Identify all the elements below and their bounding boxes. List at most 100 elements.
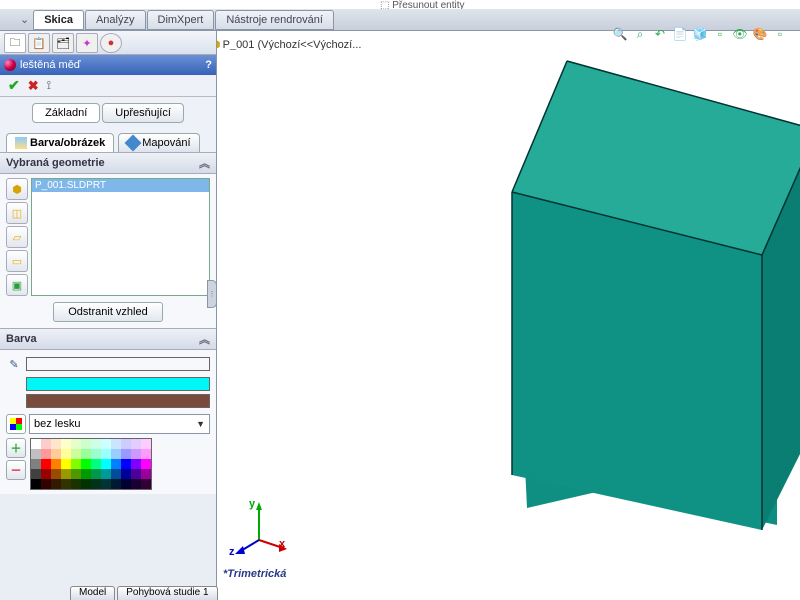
palette-swatch[interactable] [31,459,41,469]
palette-swatch[interactable] [131,449,141,459]
display-manager-tab-icon[interactable]: ● [100,33,122,53]
palette-swatch[interactable] [101,479,111,489]
palette-swatch[interactable] [61,469,71,479]
palette-swatch[interactable] [101,449,111,459]
palette-swatch[interactable] [51,479,61,489]
feature-manager-tab-icon[interactable]: 🗀 [4,33,26,53]
palette-swatch[interactable] [91,449,101,459]
palette-swatch[interactable] [51,469,61,479]
pin-button[interactable]: ⟟ [47,78,51,93]
tab-advanced[interactable]: Upřesňující [102,103,184,123]
palette-swatch[interactable] [111,479,121,489]
filter-part-button[interactable]: ⬢ [6,178,28,200]
tab-dimxpert[interactable]: DimXpert [147,10,215,30]
primary-color-swatch[interactable] [26,377,210,391]
appearance-icon[interactable]: 🎨 [752,26,768,42]
tree-part-name[interactable]: P_001 (Výchozí<<Výchozí... [223,39,362,51]
filter-surface-button[interactable]: ▱ [6,226,28,248]
palette-swatch[interactable] [131,479,141,489]
remove-swatch-button[interactable]: － [6,460,26,480]
palette-swatch[interactable] [141,439,151,449]
tab-basic[interactable]: Základní [32,103,100,123]
palette-swatch[interactable] [111,459,121,469]
tab-mapping[interactable]: Mapování [118,133,199,152]
property-manager-tab-icon[interactable]: 📋 [28,33,50,53]
palette-swatch[interactable] [131,469,141,479]
tab-analyzy[interactable]: Analýzy [85,10,146,30]
palette-swatch[interactable] [61,459,71,469]
palette-swatch[interactable] [41,449,51,459]
dimxpert-manager-tab-icon[interactable]: ✦ [76,33,98,53]
tab-skica[interactable]: Skica [33,10,84,30]
ok-button[interactable]: ✔ [8,77,20,94]
palette-swatch[interactable] [141,469,151,479]
prev-view-icon[interactable]: ↶ [652,26,668,42]
palette-swatch[interactable] [81,479,91,489]
palette-swatch[interactable] [71,459,81,469]
palette-swatch[interactable] [121,479,131,489]
palette-swatch[interactable] [41,459,51,469]
filter-feature-button[interactable]: ▣ [6,274,28,296]
palette-swatch[interactable] [81,459,91,469]
chevron-down-icon[interactable]: ⌄ [20,13,29,26]
palette-swatch[interactable] [141,449,151,459]
section-color[interactable]: Barva ︽ [0,328,216,350]
palette-swatch[interactable] [31,449,41,459]
palette-swatch[interactable] [111,469,121,479]
palette-swatch[interactable] [41,479,51,489]
help-icon[interactable]: ? [205,59,212,71]
palette-swatch[interactable] [61,439,71,449]
section-view-icon[interactable]: 📄 [672,26,688,42]
remove-appearance-button[interactable]: Odstranit vzhled [53,302,162,322]
palette-swatch[interactable] [61,479,71,489]
palette-swatch[interactable] [31,469,41,479]
palette-swatch[interactable] [81,439,91,449]
palette-swatch[interactable] [91,479,101,489]
tab-model[interactable]: Model [70,586,115,600]
zoom-area-icon[interactable]: ⌕ [632,26,648,42]
tab-render-tools[interactable]: Nástroje rendrování [215,10,334,30]
config-manager-tab-icon[interactable]: 🗂 [52,33,74,53]
add-swatch-button[interactable]: ＋ [6,438,26,458]
palette-swatch[interactable] [121,449,131,459]
cancel-button[interactable]: ✖ [28,78,39,94]
geometry-selection-list[interactable]: P_001.SLDPRT [31,178,210,296]
standard-colors-button[interactable] [6,414,26,434]
palette-swatch[interactable] [121,469,131,479]
palette-swatch[interactable] [51,459,61,469]
filter-body-button[interactable]: ▭ [6,250,28,272]
palette-swatch[interactable] [131,439,141,449]
palette-swatch[interactable] [141,459,151,469]
eyedropper-icon[interactable]: ✎ [6,356,22,372]
panel-resize-grip[interactable]: ⋮ [207,280,217,308]
palette-swatch[interactable] [141,479,151,489]
filter-face-button[interactable]: ◫ [6,202,28,224]
gloss-combo[interactable]: bez lesku ▼ [29,414,210,434]
display-style-icon[interactable]: ▫ [712,26,728,42]
palette-swatch[interactable] [71,469,81,479]
palette-swatch[interactable] [41,469,51,479]
collapse-chevron-icon[interactable]: ︽ [199,331,210,347]
palette-swatch[interactable] [71,449,81,459]
palette-swatch[interactable] [81,449,91,459]
palette-swatch[interactable] [101,439,111,449]
palette-swatch[interactable] [41,439,51,449]
palette-swatch[interactable] [31,439,41,449]
palette-swatch[interactable] [81,469,91,479]
palette-swatch[interactable] [51,439,61,449]
hide-show-icon[interactable]: 👁 [732,26,748,42]
palette-swatch[interactable] [91,459,101,469]
palette-swatch[interactable] [71,479,81,489]
color-palette-grid[interactable] [30,438,152,490]
palette-swatch[interactable] [51,449,61,459]
palette-swatch[interactable] [71,439,81,449]
collapse-chevron-icon[interactable]: ︽ [199,155,210,171]
palette-swatch[interactable] [91,469,101,479]
view-orientation-icon[interactable]: 🧊 [692,26,708,42]
tab-motion-study[interactable]: Pohybová studie 1 [117,586,217,600]
palette-swatch[interactable] [121,439,131,449]
zoom-fit-icon[interactable]: 🔍 [612,26,628,42]
palette-swatch[interactable] [101,469,111,479]
palette-swatch[interactable] [91,439,101,449]
palette-swatch[interactable] [121,459,131,469]
